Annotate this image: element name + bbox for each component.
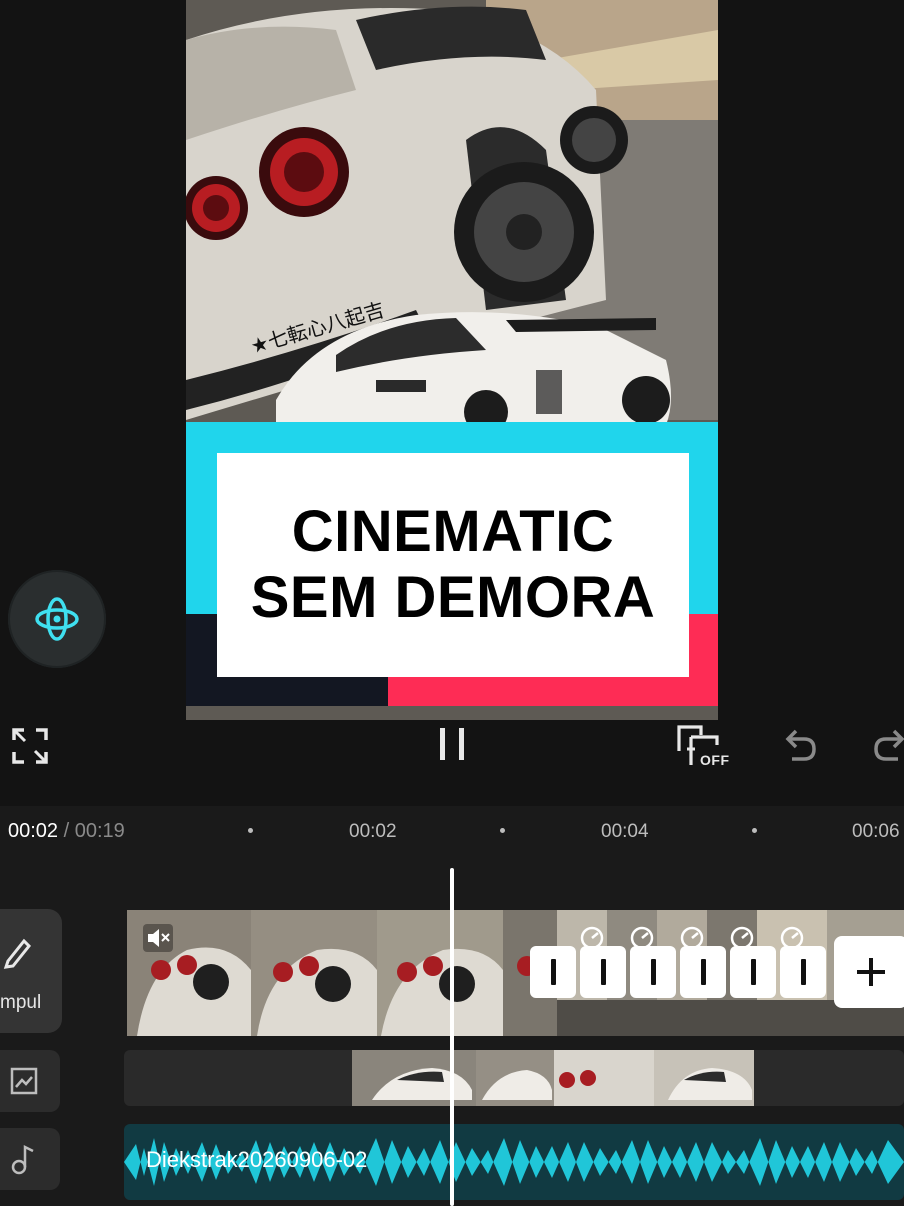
undo-icon [785,729,816,761]
ruler-label: 00:04 [601,821,649,842]
title-line-1: CINEMATIC [291,499,615,564]
ruler-label: 00:06 [852,821,900,842]
redo-icon [874,729,904,761]
title-line-2: SEM DEMORA [250,565,656,630]
transition-button[interactable] [680,946,726,998]
ruler-dot [248,828,253,833]
audio-track-button[interactable] [0,1128,60,1190]
title-card[interactable]: CINEMATIC SEM DEMORA [186,422,718,706]
fullscreen-icon [12,728,48,764]
orbit-icon [35,597,79,641]
overlay-icon [10,1067,38,1095]
edit-clip-button[interactable]: mpul [0,909,62,1033]
transition-icon [600,959,606,985]
audio-clip[interactable]: Diekstrak20260906-02 [124,1124,904,1200]
undo-button[interactable] [778,722,822,768]
transition-button[interactable] [730,946,776,998]
transition-button[interactable] [530,946,576,998]
overlay-clip[interactable] [352,1050,754,1106]
play-pause-button[interactable] [430,720,474,768]
total-time: / 00:19 [58,820,125,842]
transition-button[interactable] [780,946,826,998]
video-preview: ★七転心八起吉 CINEMATIC SEM DEMORA [0,0,904,720]
plus-icon [857,958,885,986]
fullscreen-button[interactable] [8,724,52,768]
title-text-box[interactable]: CINEMATIC SEM DEMORA [217,453,689,677]
transition-icon [700,959,706,985]
ai-assistant-button[interactable] [8,570,106,668]
edit-clip-label: mpul [0,992,42,1013]
pencil-icon [3,938,32,969]
keyframe-toggle-button[interactable]: OFF [670,720,734,772]
transition-icon [550,959,556,985]
muted-icon [143,924,173,952]
ruler-label: 00:02 [349,821,397,842]
audio-track-name: Diekstrak20260906-02 [146,1147,368,1172]
transition-button[interactable] [630,946,676,998]
playhead[interactable] [450,868,454,1206]
timecode: 00:02 / 00:19 [8,820,125,843]
overlay-frames [352,1050,754,1106]
pause-icon [440,728,464,760]
ruler-dot [500,828,505,833]
overlay-track-button[interactable] [0,1050,60,1112]
add-clip-button[interactable] [834,936,904,1008]
ruler-dot [752,828,757,833]
current-time: 00:02 [8,820,59,842]
music-note-icon [11,1144,34,1175]
transition-icon [750,959,756,985]
playback-controls: OFF [0,720,904,806]
transition-icon [800,959,806,985]
keyframe-off-label: OFF [700,752,730,768]
transition-button[interactable] [580,946,626,998]
redo-button[interactable] [868,722,904,768]
transition-icon [650,959,656,985]
